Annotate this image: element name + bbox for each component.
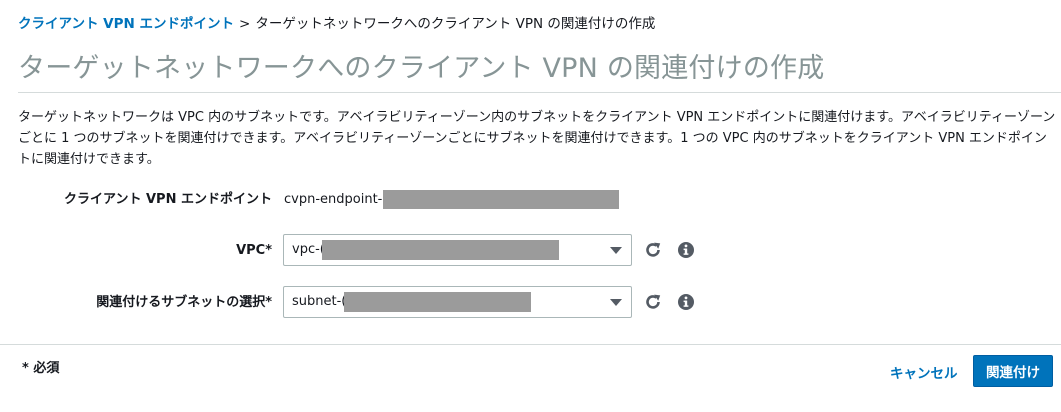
info-icon (678, 294, 694, 310)
subnet-label: 関連付けるサブネットの選択* (96, 295, 272, 310)
vpc-select-value: vpc-( (292, 242, 325, 257)
vpc-label: VPC* (236, 243, 272, 258)
vpc-refresh-button[interactable] (642, 239, 664, 261)
vpc-select[interactable]: vpc-( (283, 234, 632, 266)
subnet-select[interactable]: subnet-( (283, 286, 632, 318)
page-description: ターゲットネットワークは VPC 内のサブネットです。アベイラビリティーゾーン内… (18, 110, 1056, 167)
endpoint-value: cvpn-endpoint- (284, 190, 620, 210)
subnet-select-value: subnet-( (292, 294, 347, 309)
page-title: ターゲットネットワークへのクライアント VPN の関連付けの作成 (18, 53, 825, 84)
associate-button[interactable]: 関連付け (973, 355, 1053, 387)
breadcrumb: クライアント VPN エンドポイント > ターゲットネットワークへのクライアント V… (18, 14, 655, 34)
info-icon (678, 242, 694, 258)
endpoint-label: クライアント VPN エンドポイント (63, 192, 272, 207)
redacted-block (383, 190, 620, 209)
redacted-block (344, 292, 531, 312)
breadcrumb-current: ターゲットネットワークへのクライアント VPN の関連付けの作成 (255, 16, 656, 32)
footer-divider (0, 344, 1061, 345)
chevron-down-icon (610, 299, 622, 306)
subnet-refresh-button[interactable] (642, 291, 664, 313)
title-divider (18, 92, 1061, 93)
refresh-icon (646, 294, 661, 309)
required-note: * 必須 (22, 361, 60, 376)
refresh-icon (646, 242, 661, 257)
subnet-info-button[interactable] (675, 291, 697, 313)
chevron-down-icon (610, 247, 622, 254)
breadcrumb-separator: > (239, 16, 251, 32)
cancel-button[interactable]: キャンセル (890, 362, 958, 382)
endpoint-value-text: cvpn-endpoint- (284, 192, 383, 207)
redacted-block (322, 240, 559, 260)
breadcrumb-link-client-vpn-endpoints[interactable]: クライアント VPN エンドポイント (18, 16, 234, 32)
vpc-info-button[interactable] (675, 239, 697, 261)
